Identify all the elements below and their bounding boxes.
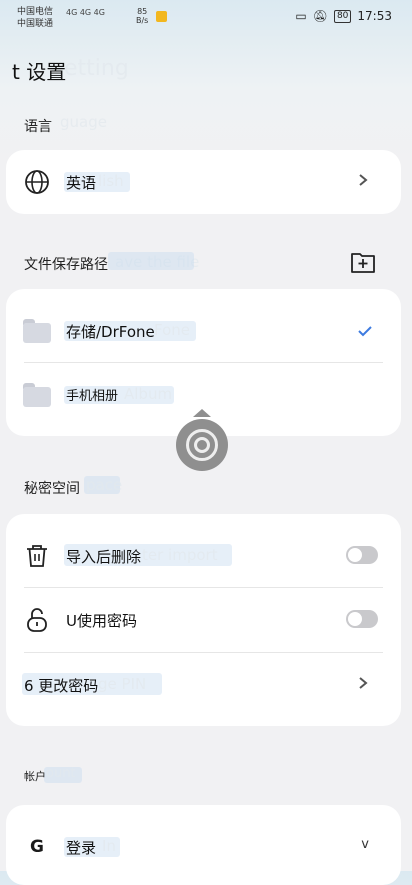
delete-after-import-toggle[interactable] (346, 546, 378, 564)
ghost-album: Album (124, 385, 173, 403)
section-label-secret-space: 秘密空间 (24, 481, 80, 497)
login-row[interactable]: G In 登录 v (6, 815, 401, 879)
change-password-row[interactable]: ge PIN 6 更改密码 (6, 653, 401, 717)
google-icon: G (30, 837, 44, 857)
folder-icon (23, 381, 51, 409)
save-path-item-album[interactable]: Album 手机相册 (6, 363, 401, 427)
save-path-item-label: 手机相册 (66, 389, 119, 404)
login-label: 登录 (66, 839, 97, 857)
ghost-login: In (102, 837, 116, 855)
delete-after-import-row[interactable]: ter import 导入后删除 (6, 524, 401, 588)
section-label-save-path: 文件保存路径 (24, 257, 108, 273)
change-password-label: 6 更改密码 (24, 677, 99, 695)
save-path-item-drfone[interactable]: Fone 存储/DrFone (6, 299, 401, 363)
account-card: G In 登录 v (6, 805, 401, 885)
checkmark-icon (357, 323, 373, 342)
delete-after-import-label: 导入后删除 (66, 548, 142, 566)
carrier-1: 中国电信 (17, 7, 54, 17)
chevron-right-icon (353, 673, 373, 693)
add-folder-icon (351, 253, 375, 273)
page-title: t 设置 (12, 60, 67, 84)
target-icon (186, 429, 218, 461)
speed-unit: B/s (136, 16, 149, 25)
signal-icons: 4G 4G 4G (66, 8, 105, 17)
ghost-account-label: ount (46, 766, 76, 781)
unlock-icon (23, 606, 51, 634)
secret-space-card: ter import 导入后删除 U使用密码 ge PIN 6 更改密码 (6, 514, 401, 726)
add-folder-button[interactable] (350, 249, 376, 275)
speed-value: 85 (137, 7, 148, 16)
cast-icon: ▭ (295, 9, 307, 23)
ghost-language-item: lish (98, 172, 124, 190)
clock: 17:53 (357, 9, 392, 23)
save-path-item-label: 存储/DrFone (66, 323, 155, 341)
network-speed: 85 B/s (136, 7, 148, 25)
language-value: 英语 (66, 174, 97, 192)
chevron-down-icon: v (361, 837, 369, 852)
ghost-title: etting (64, 56, 129, 81)
language-card: lish 英语 (6, 150, 401, 214)
ghost-secret-label: pace (86, 476, 123, 494)
ghost-language-label: guage (60, 113, 107, 131)
globe-icon (23, 168, 51, 196)
carrier-2: 中国联通 (17, 19, 54, 29)
status-bar: 中国电信 中国联通 4G 4G 4G 85 B/s ▭ 🔕︎ 80 17:53 (0, 0, 412, 34)
battery-icon: 80 (333, 9, 352, 23)
language-row[interactable]: lish 英语 (6, 150, 401, 214)
section-label-language: 语言 (24, 119, 52, 135)
trash-icon (23, 542, 51, 570)
use-password-row[interactable]: U使用密码 (6, 588, 401, 652)
folder-icon (23, 317, 51, 345)
ghost-change-pin: ge PIN (98, 675, 147, 693)
floating-assistive-button[interactable] (176, 419, 228, 471)
ghost-delete-after-import: ter import (142, 546, 218, 564)
use-password-toggle[interactable] (346, 610, 378, 628)
notification-app-icon (156, 11, 167, 22)
floating-handle-arrow (193, 409, 211, 417)
mute-icon: 🔕︎ (312, 9, 328, 23)
use-password-label: U使用密码 (66, 612, 137, 630)
section-label-account: 帐户 (24, 770, 46, 783)
chevron-right-icon (353, 170, 373, 190)
ghost-drfone: Fone (154, 321, 191, 339)
